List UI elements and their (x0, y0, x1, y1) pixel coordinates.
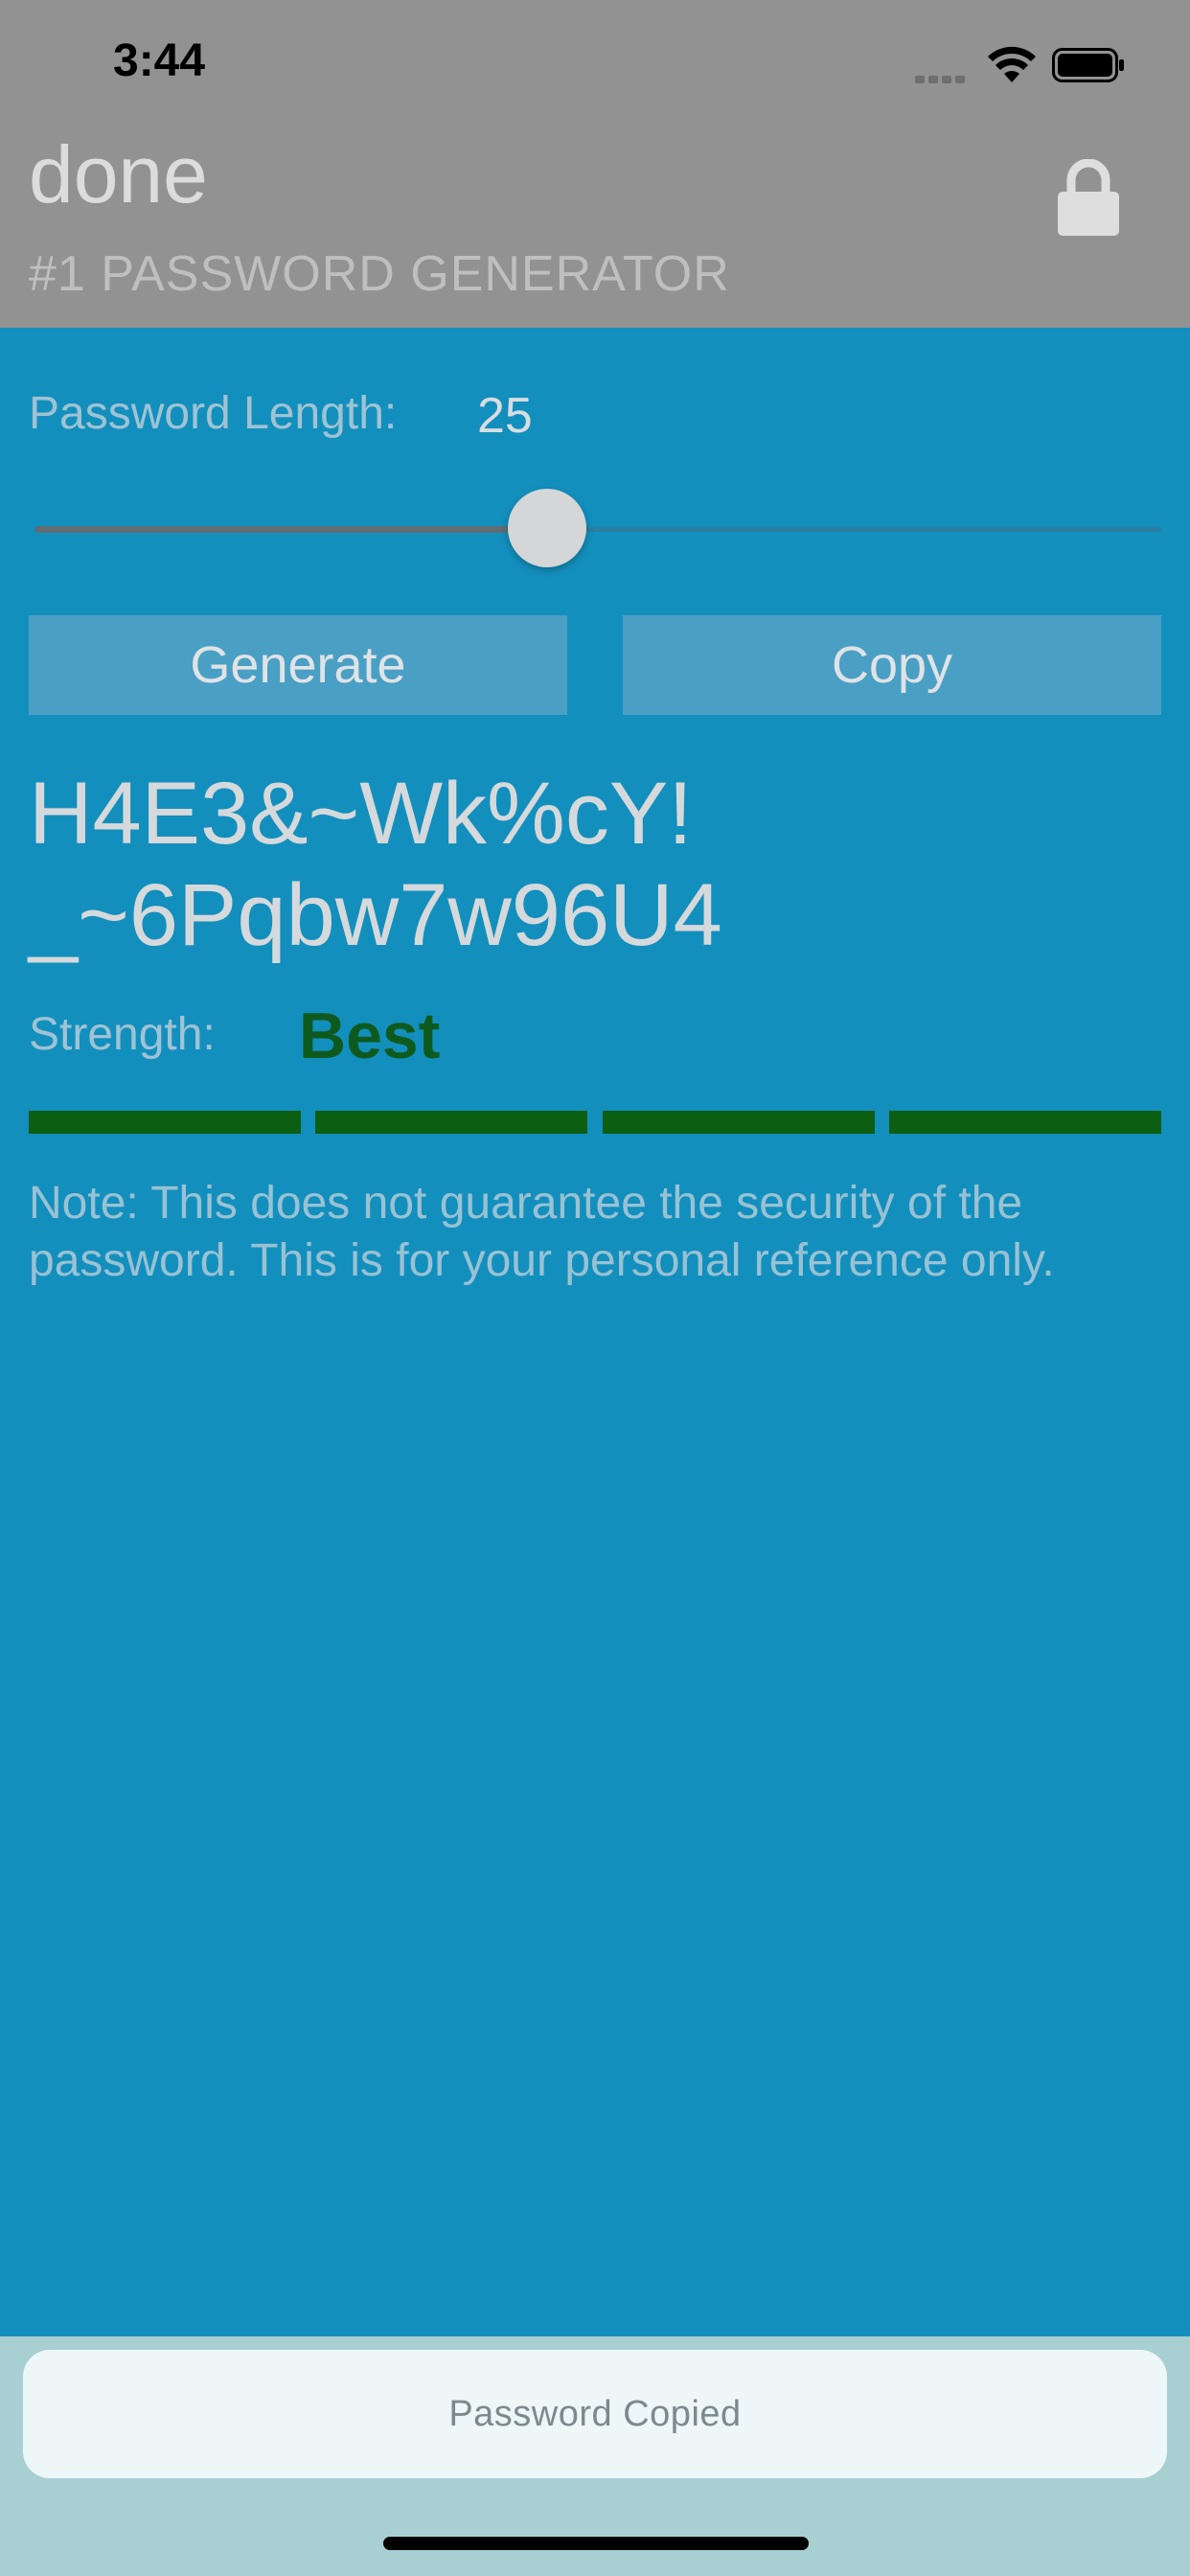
battery-icon (1052, 48, 1124, 82)
copy-button[interactable]: Copy (623, 615, 1161, 715)
password-length-label: Password Length: (29, 388, 398, 439)
app-screen: 3:44 done #1 PASSWORD GENERATOR Password… (0, 0, 1190, 2576)
disclaimer-note: Note: This does not guarantee the securi… (29, 1175, 1169, 1290)
strength-label: Strength: (29, 1009, 216, 1060)
status-time: 3:44 (113, 35, 206, 86)
password-line-2: _~6Pqbw7w96U4 (29, 866, 722, 964)
note-line-2: password. This is for your personal refe… (29, 1235, 1055, 1286)
generated-password[interactable]: H4E3&~Wk%cY! _~6Pqbw7w96U4 (29, 763, 1159, 966)
password-line-1: H4E3&~Wk%cY! (29, 765, 693, 862)
strength-segment-2 (315, 1111, 587, 1134)
strength-segment-3 (603, 1111, 875, 1134)
generate-button[interactable]: Generate (29, 615, 567, 715)
toast-message[interactable]: Password Copied (23, 2350, 1167, 2478)
slider-track-empty (548, 527, 1161, 532)
password-length-slider[interactable] (34, 489, 1161, 569)
password-length-value: 25 (477, 388, 533, 444)
cellular-signal-icon (915, 71, 973, 83)
app-title: done (29, 129, 208, 219)
strength-meter (29, 1111, 1161, 1134)
header: 3:44 done #1 PASSWORD GENERATOR (0, 0, 1190, 328)
lock-icon[interactable] (1054, 159, 1123, 238)
app-subtitle: #1 PASSWORD GENERATOR (29, 246, 730, 302)
slider-track-filled (34, 526, 548, 533)
wifi-icon (988, 46, 1036, 82)
home-indicator[interactable] (383, 2537, 809, 2550)
strength-segment-4 (889, 1111, 1161, 1134)
strength-segment-1 (29, 1111, 301, 1134)
slider-thumb[interactable] (508, 489, 586, 567)
note-line-1: Note: This does not guarantee the securi… (29, 1178, 1023, 1229)
strength-value: Best (299, 1000, 441, 1072)
